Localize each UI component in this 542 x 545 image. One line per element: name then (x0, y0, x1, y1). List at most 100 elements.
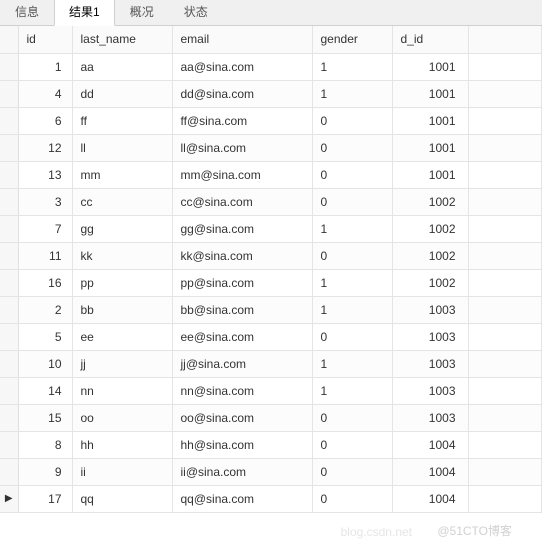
cell-d-id[interactable]: 1001 (392, 80, 468, 107)
cell-d-id[interactable]: 1004 (392, 485, 468, 512)
cell-id[interactable]: 13 (18, 161, 72, 188)
cell-last-name[interactable]: mm (72, 161, 172, 188)
table-row[interactable]: 9iiii@sina.com01004 (0, 458, 542, 485)
cell-gender[interactable]: 1 (312, 53, 392, 80)
cell-gender[interactable]: 0 (312, 107, 392, 134)
cell-id[interactable]: 17 (18, 485, 72, 512)
cell-last-name[interactable]: aa (72, 53, 172, 80)
cell-id[interactable]: 11 (18, 242, 72, 269)
cell-gender[interactable]: 0 (312, 485, 392, 512)
table-row[interactable]: ▶17qqqq@sina.com01004 (0, 485, 542, 512)
cell-email[interactable]: dd@sina.com (172, 80, 312, 107)
cell-d-id[interactable]: 1001 (392, 53, 468, 80)
cell-id[interactable]: 10 (18, 350, 72, 377)
cell-last-name[interactable]: nn (72, 377, 172, 404)
col-header-id[interactable]: id (18, 26, 72, 53)
table-row[interactable]: 12llll@sina.com01001 (0, 134, 542, 161)
table-row[interactable]: 11kkkk@sina.com01002 (0, 242, 542, 269)
cell-gender[interactable]: 1 (312, 377, 392, 404)
table-row[interactable]: 2bbbb@sina.com11003 (0, 296, 542, 323)
cell-id[interactable]: 3 (18, 188, 72, 215)
cell-id[interactable]: 5 (18, 323, 72, 350)
cell-gender[interactable]: 1 (312, 80, 392, 107)
table-row[interactable]: 8hhhh@sina.com01004 (0, 431, 542, 458)
cell-email[interactable]: mm@sina.com (172, 161, 312, 188)
cell-email[interactable]: aa@sina.com (172, 53, 312, 80)
cell-email[interactable]: oo@sina.com (172, 404, 312, 431)
cell-email[interactable]: ff@sina.com (172, 107, 312, 134)
cell-last-name[interactable]: bb (72, 296, 172, 323)
cell-gender[interactable]: 0 (312, 404, 392, 431)
cell-d-id[interactable]: 1004 (392, 431, 468, 458)
cell-gender[interactable]: 1 (312, 269, 392, 296)
cell-gender[interactable]: 0 (312, 458, 392, 485)
table-row[interactable]: 14nnnn@sina.com11003 (0, 377, 542, 404)
cell-gender[interactable]: 1 (312, 215, 392, 242)
cell-gender[interactable]: 0 (312, 323, 392, 350)
col-header-last-name[interactable]: last_name (72, 26, 172, 53)
cell-last-name[interactable]: cc (72, 188, 172, 215)
cell-id[interactable]: 15 (18, 404, 72, 431)
cell-id[interactable]: 2 (18, 296, 72, 323)
cell-last-name[interactable]: ii (72, 458, 172, 485)
cell-last-name[interactable]: qq (72, 485, 172, 512)
cell-gender[interactable]: 1 (312, 350, 392, 377)
cell-email[interactable]: ll@sina.com (172, 134, 312, 161)
table-row[interactable]: 4dddd@sina.com11001 (0, 80, 542, 107)
cell-last-name[interactable]: kk (72, 242, 172, 269)
cell-last-name[interactable]: gg (72, 215, 172, 242)
cell-gender[interactable]: 0 (312, 161, 392, 188)
cell-email[interactable]: bb@sina.com (172, 296, 312, 323)
cell-last-name[interactable]: oo (72, 404, 172, 431)
cell-d-id[interactable]: 1001 (392, 107, 468, 134)
cell-d-id[interactable]: 1001 (392, 161, 468, 188)
col-header-gender[interactable]: gender (312, 26, 392, 53)
table-row[interactable]: 10jjjj@sina.com11003 (0, 350, 542, 377)
table-row[interactable]: 13mmmm@sina.com01001 (0, 161, 542, 188)
cell-id[interactable]: 9 (18, 458, 72, 485)
cell-last-name[interactable]: dd (72, 80, 172, 107)
cell-email[interactable]: kk@sina.com (172, 242, 312, 269)
cell-email[interactable]: nn@sina.com (172, 377, 312, 404)
cell-gender[interactable]: 0 (312, 134, 392, 161)
cell-email[interactable]: ii@sina.com (172, 458, 312, 485)
cell-email[interactable]: cc@sina.com (172, 188, 312, 215)
table-row[interactable]: 6ffff@sina.com01001 (0, 107, 542, 134)
cell-d-id[interactable]: 1002 (392, 215, 468, 242)
cell-last-name[interactable]: pp (72, 269, 172, 296)
cell-id[interactable]: 4 (18, 80, 72, 107)
tab-2[interactable]: 概况 (115, 0, 169, 25)
cell-d-id[interactable]: 1002 (392, 242, 468, 269)
cell-gender[interactable]: 0 (312, 242, 392, 269)
cell-id[interactable]: 1 (18, 53, 72, 80)
cell-gender[interactable]: 0 (312, 188, 392, 215)
cell-id[interactable]: 12 (18, 134, 72, 161)
cell-id[interactable]: 6 (18, 107, 72, 134)
col-header-email[interactable]: email (172, 26, 312, 53)
cell-d-id[interactable]: 1003 (392, 350, 468, 377)
table-row[interactable]: 1aaaa@sina.com11001 (0, 53, 542, 80)
cell-last-name[interactable]: hh (72, 431, 172, 458)
cell-id[interactable]: 8 (18, 431, 72, 458)
cell-last-name[interactable]: ll (72, 134, 172, 161)
table-row[interactable]: 16pppp@sina.com11002 (0, 269, 542, 296)
cell-d-id[interactable]: 1003 (392, 296, 468, 323)
table-row[interactable]: 3cccc@sina.com01002 (0, 188, 542, 215)
tab-1[interactable]: 结果1 (54, 0, 115, 26)
cell-email[interactable]: hh@sina.com (172, 431, 312, 458)
cell-last-name[interactable]: ee (72, 323, 172, 350)
cell-d-id[interactable]: 1003 (392, 377, 468, 404)
cell-d-id[interactable]: 1003 (392, 404, 468, 431)
table-row[interactable]: 7gggg@sina.com11002 (0, 215, 542, 242)
cell-id[interactable]: 7 (18, 215, 72, 242)
tab-3[interactable]: 状态 (169, 0, 223, 25)
cell-last-name[interactable]: jj (72, 350, 172, 377)
cell-gender[interactable]: 1 (312, 296, 392, 323)
cell-email[interactable]: jj@sina.com (172, 350, 312, 377)
cell-last-name[interactable]: ff (72, 107, 172, 134)
cell-d-id[interactable]: 1002 (392, 269, 468, 296)
cell-d-id[interactable]: 1001 (392, 134, 468, 161)
cell-d-id[interactable]: 1003 (392, 323, 468, 350)
cell-id[interactable]: 14 (18, 377, 72, 404)
cell-email[interactable]: gg@sina.com (172, 215, 312, 242)
